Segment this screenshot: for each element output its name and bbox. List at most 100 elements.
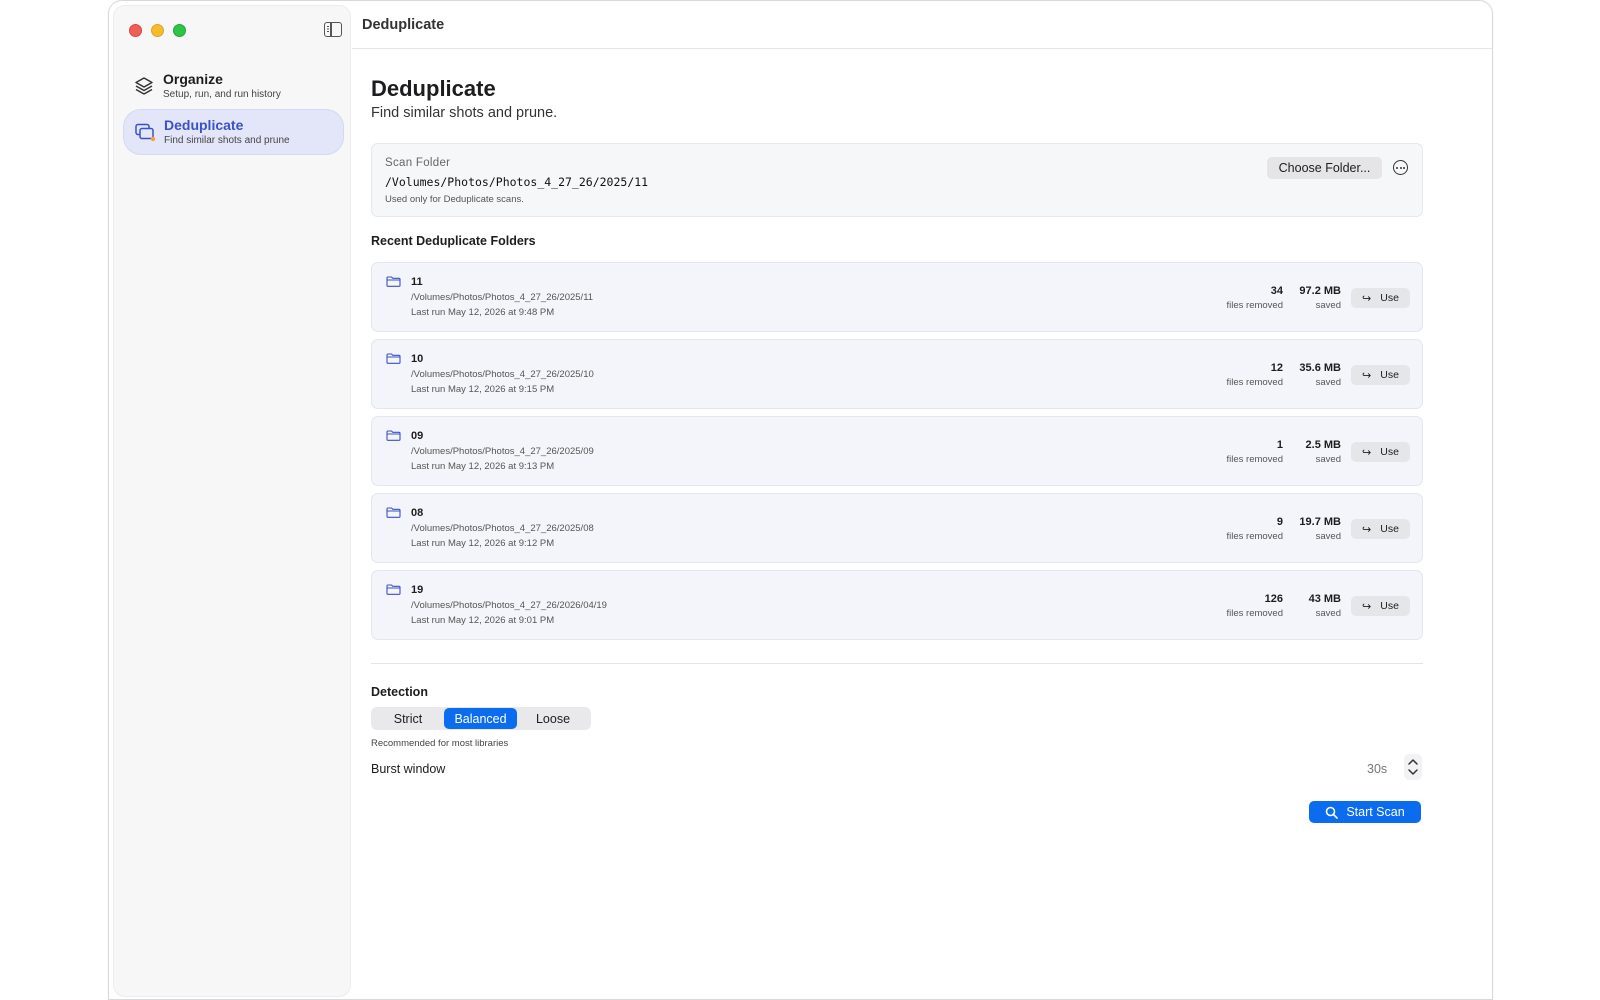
sidebar: Organize Setup, run, and run history Ded… [113, 5, 351, 997]
use-arrow-icon: ↪ [1362, 446, 1372, 459]
scan-folder-note: Used only for Deduplicate scans. [385, 194, 524, 205]
recent-folder-row: 10 /Volumes/Photos/Photos_4_27_26/2025/1… [371, 339, 1423, 409]
use-label: Use [1380, 523, 1399, 535]
recent-folder-row: 08 /Volumes/Photos/Photos_4_27_26/2025/0… [371, 493, 1423, 563]
use-arrow-icon: ↪ [1362, 369, 1372, 382]
start-scan-label: Start Scan [1346, 805, 1405, 819]
folder-last-run: Last run May 12, 2026 at 9:13 PM [411, 461, 555, 472]
space-saved-label: saved [1315, 454, 1341, 465]
files-removed-label: files removed [1226, 377, 1284, 388]
folder-icon [386, 507, 401, 518]
space-saved-stat: 97.2 MB saved [1299, 284, 1341, 312]
sidebar-item-title: Organize [163, 71, 223, 87]
space-saved-stat: 19.7 MB saved [1299, 515, 1341, 543]
sidebar-item-title: Deduplicate [164, 117, 244, 133]
folder-path: /Volumes/Photos/Photos_4_27_26/2026/04/1… [411, 600, 607, 611]
files-removed-label: files removed [1226, 531, 1284, 542]
space-saved-stat: 43 MB saved [1309, 592, 1341, 620]
scan-folder-panel: Scan Folder /Volumes/Photos/Photos_4_27_… [371, 143, 1423, 217]
detection-note: Recommended for most libraries [371, 738, 509, 749]
start-scan-button[interactable]: Start Scan [1309, 801, 1421, 823]
space-saved-label: saved [1315, 608, 1341, 619]
folder-name: 09 [411, 430, 424, 442]
files-removed-count: 1 [1276, 439, 1283, 451]
minimize-window-button[interactable] [151, 24, 164, 37]
folder-name: 19 [411, 584, 424, 596]
window-title: Deduplicate [362, 16, 445, 33]
use-arrow-icon: ↪ [1362, 600, 1372, 613]
folder-icon [386, 584, 401, 595]
burst-window-stepper[interactable] [1404, 754, 1422, 780]
recent-folder-row: 09 /Volumes/Photos/Photos_4_27_26/2025/0… [371, 416, 1423, 486]
folder-path: /Volumes/Photos/Photos_4_27_26/2025/11 [411, 292, 594, 303]
scan-folder-label: Scan Folder [385, 157, 451, 169]
space-saved-value: 35.6 MB [1299, 362, 1341, 374]
use-folder-button[interactable]: ↪ Use [1351, 442, 1410, 462]
files-removed-stat: 12 files removed [1227, 361, 1284, 389]
use-label: Use [1380, 446, 1399, 458]
folder-name: 11 [411, 276, 423, 288]
page-title: Deduplicate [371, 76, 496, 101]
window-controls [129, 24, 186, 37]
folder-last-run: Last run May 12, 2026 at 9:01 PM [411, 615, 555, 626]
files-removed-stat: 9 files removed [1227, 515, 1284, 543]
use-folder-button[interactable]: ↪ Use [1351, 288, 1410, 308]
folder-last-run: Last run May 12, 2026 at 9:15 PM [411, 384, 555, 395]
zoom-window-button[interactable] [173, 24, 186, 37]
space-saved-value: 97.2 MB [1299, 285, 1341, 297]
space-saved-label: saved [1315, 531, 1341, 542]
close-window-button[interactable] [129, 24, 142, 37]
files-removed-count: 126 [1264, 593, 1283, 605]
space-saved-stat: 2.5 MB saved [1306, 438, 1341, 466]
detection-heading: Detection [371, 685, 428, 699]
files-removed-label: files removed [1226, 454, 1284, 465]
space-saved-value: 2.5 MB [1305, 439, 1341, 451]
files-removed-count: 9 [1276, 516, 1283, 528]
use-label: Use [1380, 369, 1399, 381]
files-removed-stat: 34 files removed [1227, 284, 1284, 312]
use-folder-button[interactable]: ↪ Use [1351, 519, 1410, 539]
recent-folder-row: 11 /Volumes/Photos/Photos_4_27_26/2025/1… [371, 262, 1423, 332]
page-subtitle: Find similar shots and prune. [371, 105, 558, 121]
detection-option-strict[interactable]: Strict [372, 708, 444, 729]
more-options-icon[interactable] [1393, 160, 1408, 175]
space-saved-label: saved [1315, 300, 1341, 311]
detection-mode-segmented-control: Strict Balanced Loose [371, 707, 591, 730]
files-removed-count: 12 [1270, 362, 1283, 374]
section-divider [371, 663, 1423, 664]
use-folder-button[interactable]: ↪ Use [1351, 596, 1410, 616]
use-folder-button[interactable]: ↪ Use [1351, 365, 1410, 385]
folder-name: 10 [411, 353, 424, 365]
folder-icon [386, 276, 401, 287]
files-removed-count: 34 [1270, 285, 1283, 297]
detection-option-balanced[interactable]: Balanced [444, 708, 517, 729]
files-removed-label: files removed [1226, 300, 1284, 311]
space-saved-value: 19.7 MB [1299, 516, 1341, 528]
scan-folder-path: /Volumes/Photos/Photos_4_27_26/2025/11 [385, 175, 649, 189]
use-arrow-icon: ↪ [1362, 292, 1372, 305]
recent-folders-heading: Recent Deduplicate Folders [371, 234, 536, 248]
folder-path: /Volumes/Photos/Photos_4_27_26/2025/09 [411, 446, 594, 457]
sidebar-item-deduplicate[interactable]: Deduplicate Find similar shots and prune [123, 109, 344, 155]
folder-last-run: Last run May 12, 2026 at 9:12 PM [411, 538, 555, 549]
sidebar-item-organize[interactable]: Organize Setup, run, and run history [123, 63, 344, 109]
folder-last-run: Last run May 12, 2026 at 9:48 PM [411, 307, 555, 318]
detection-option-loose[interactable]: Loose [517, 708, 589, 729]
folder-icon [386, 430, 401, 441]
sidebar-item-subtitle: Find similar shots and prune [164, 135, 290, 146]
space-saved-label: saved [1315, 377, 1341, 388]
stepper-chevrons-icon [1408, 759, 1418, 775]
search-icon [1326, 806, 1339, 819]
files-removed-stat: 1 files removed [1227, 438, 1284, 466]
sidebar-toggle-icon[interactable] [324, 22, 342, 37]
files-removed-stat: 126 files removed [1227, 592, 1284, 620]
folder-path: /Volumes/Photos/Photos_4_27_26/2025/10 [411, 369, 594, 380]
folder-path: /Volumes/Photos/Photos_4_27_26/2025/08 [411, 523, 594, 534]
space-saved-stat: 35.6 MB saved [1299, 361, 1341, 389]
folder-name: 08 [411, 507, 424, 519]
choose-folder-button[interactable]: Choose Folder... [1267, 157, 1382, 179]
folder-icon [386, 353, 401, 364]
sidebar-item-subtitle: Setup, run, and run history [163, 89, 281, 100]
use-label: Use [1380, 600, 1399, 612]
burst-window-value: 30s [1367, 762, 1388, 776]
